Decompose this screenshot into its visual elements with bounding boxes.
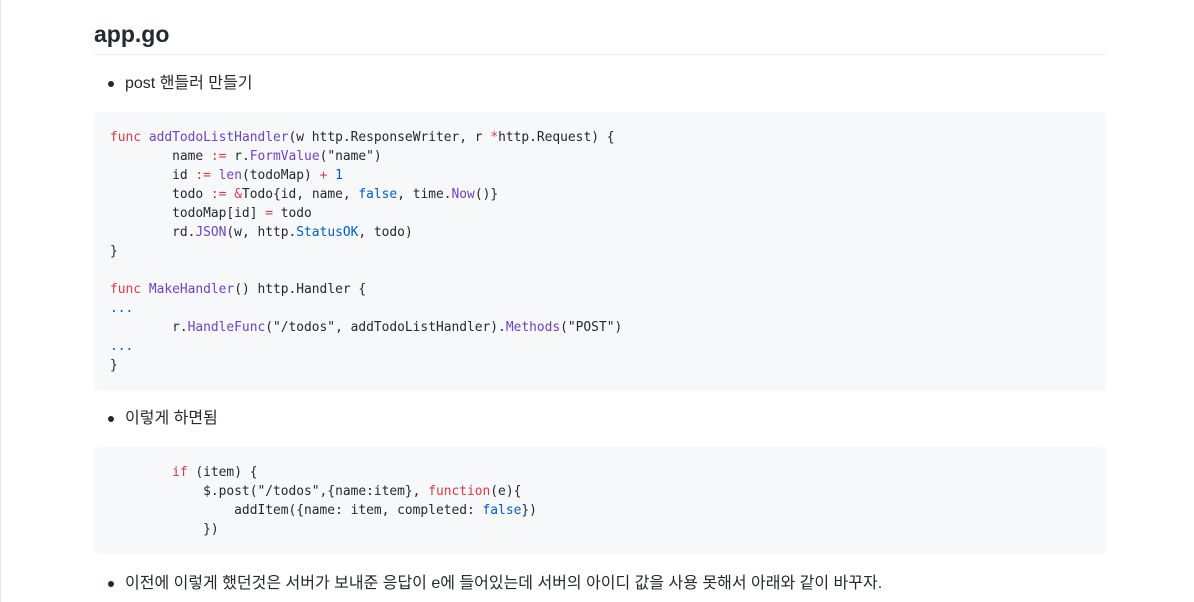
code-token: if [172,465,188,480]
code-token: (e){ [490,484,522,499]
code-block[interactable]: func addTodoListHandler(w http.ResponseW… [94,112,1106,391]
bullet-icon [108,581,114,587]
code-line: if (item) { [110,463,1090,482]
code-line: ... [110,299,1090,318]
code-line: id := len(todoMap) + 1 [110,166,1090,185]
code-token: len [218,168,242,183]
code-token: () http.Handler { [234,282,367,297]
code-line: rd.JSON(w, http.StatusOK, todo) [110,223,1090,242]
code-token: addItem({name: item, completed: [110,503,483,518]
code-line: func addTodoListHandler(w http.ResponseW… [110,128,1090,147]
list-item-text: post 핸들러 만들기 [125,75,253,92]
code-line: } [110,356,1090,375]
code-token: FormValue [249,149,320,164]
code-token: id [110,168,196,183]
code-token: Now [451,187,475,202]
code-token: addTodoListHandler [148,130,289,145]
bullet-icon [108,416,114,422]
code-token: (w, http. [226,225,297,240]
code-token: $.post("/todos",{name:item}, [110,484,429,499]
code-token: }) [521,503,537,518]
code-token: HandleFunc [187,320,266,335]
code-line: todoMap[id] = todo [110,204,1090,223]
code-token: rd. [110,225,196,240]
code-token: ... [110,301,134,316]
code-line: addItem({name: item, completed: false}) [110,501,1090,520]
code-content[interactable]: if (item) { $.post("/todos",{name:item},… [94,447,1106,555]
list-item: post 핸들러 만들기 [108,72,1098,96]
code-token: } [110,244,118,259]
code-token: MakeHandler [148,282,235,297]
code-token: StatusOK [296,225,359,240]
code-line: name := r.FormValue("name") [110,147,1090,166]
code-token: Methods [505,320,561,335]
code-token: name [110,149,211,164]
code-token: , todo) [358,225,413,240]
code-line: } [110,242,1090,261]
code-line: func MakeHandler() http.Handler { [110,280,1090,299]
code-token: ... [110,339,134,354]
code-line: ... [110,337,1090,356]
code-line: r.HandleFunc("/todos", addTodoListHandle… [110,318,1090,337]
code-token: := [210,187,227,202]
code-token: } [110,358,118,373]
code-token: := [195,168,211,183]
code-token: todoMap[id] [110,206,266,221]
code-line: $.post("/todos",{name:item}, function(e)… [110,482,1090,501]
code-token: }) [110,522,219,537]
code-line: todo := &Todo{id, name, false, time.Now(… [110,185,1090,204]
code-token: * [490,130,499,145]
code-token: todo [110,187,211,202]
code-token: ("name") [319,149,382,164]
code-token: false [482,503,522,518]
code-token: r. [226,149,250,164]
code-token: ("/todos", addTodoListHandler). [265,320,506,335]
code-token: , time. [397,187,452,202]
page-left-border [0,0,1,602]
code-token: function [428,484,491,499]
code-token: (todoMap) [241,168,320,183]
code-line: }) [110,520,1090,539]
code-token: http.Request) { [498,130,615,145]
list-item: 이렇게 하면됨 [108,407,1098,431]
code-token: func [110,130,142,145]
list-item: 이전에 이렇게 했던것은 서버가 보내준 응답이 e에 들어있는데 서버의 아이… [108,572,1098,596]
code-token: (item) { [187,465,258,480]
code-token: 1 [335,168,343,183]
code-content[interactable]: func addTodoListHandler(w http.ResponseW… [94,112,1106,391]
page-title: app.go [94,18,1106,55]
code-token: ("POST") [560,320,623,335]
code-token: = [265,206,273,221]
code-token: JSON [195,225,227,240]
code-token: false [358,187,398,202]
code-token: func [110,282,142,297]
code-token: Todo{id, name, [241,187,359,202]
list-item-text: 이전에 이렇게 했던것은 서버가 보내준 응답이 e에 들어있는데 서버의 아이… [125,575,883,592]
code-token: ()} [474,187,499,202]
code-token: r. [110,320,188,335]
list-item-text: 이렇게 하면됨 [125,410,218,427]
code-token: (w http.ResponseWriter, r [288,130,491,145]
bullet-icon [108,81,114,87]
code-token: todo [272,206,312,221]
code-token: & [234,187,242,202]
code-block[interactable]: if (item) { $.post("/todos",{name:item},… [94,447,1106,554]
code-token: := [210,149,227,164]
